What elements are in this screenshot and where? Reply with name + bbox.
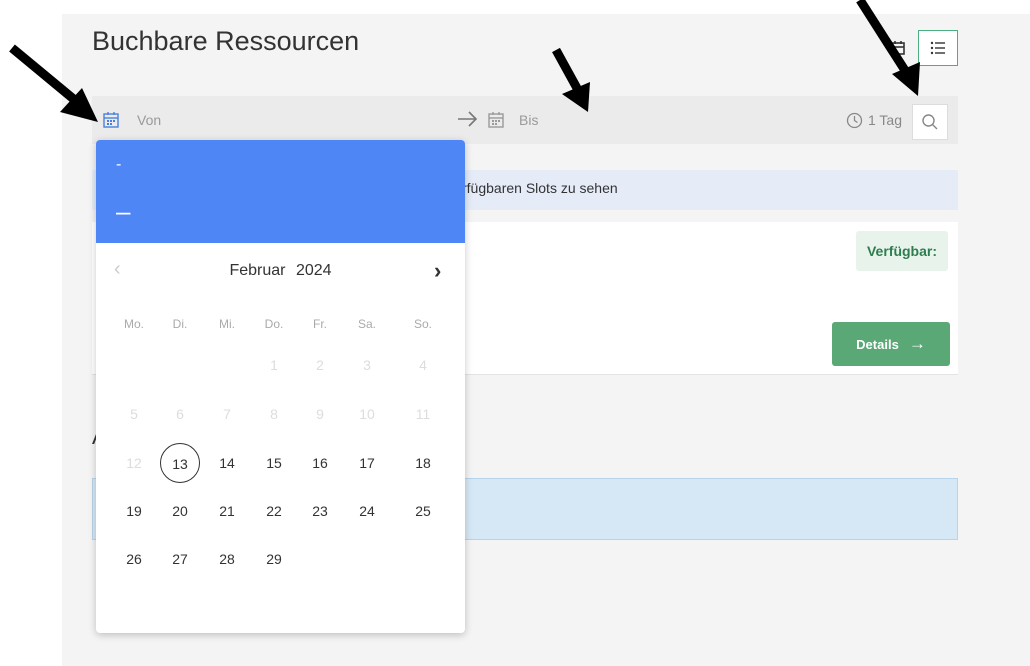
- calendar-day[interactable]: 28: [207, 539, 247, 579]
- calendar-day[interactable]: 16: [300, 443, 340, 483]
- calendar-day-today[interactable]: 13: [160, 443, 200, 483]
- month-year-label[interactable]: Februar 2024: [96, 262, 465, 280]
- month-label[interactable]: Februar: [229, 262, 285, 279]
- arrow-right-icon: →: [908, 334, 926, 353]
- calendar-day: 1: [270, 357, 278, 373]
- calendar-day: 6: [176, 406, 184, 422]
- weekday-label: Mi.: [219, 317, 235, 331]
- calendar-day[interactable]: 22: [254, 491, 294, 531]
- calendar-day: 4: [419, 357, 427, 373]
- calendar-day[interactable]: 15: [254, 443, 294, 483]
- annotation-arrow: [9, 44, 98, 122]
- annotation-arrows: [9, 0, 920, 122]
- selected-date-display: –: [116, 196, 131, 226]
- calendar-day[interactable]: 19: [114, 491, 154, 531]
- calendar-day: 7: [223, 406, 231, 422]
- weekday-label: Fr.: [313, 317, 327, 331]
- calendar-day: 5: [130, 406, 138, 422]
- annotation-arrow: [552, 47, 590, 112]
- weekday-label: Do.: [264, 317, 284, 331]
- details-button[interactable]: Details →: [832, 322, 950, 366]
- year-label[interactable]: 2024: [296, 262, 332, 279]
- next-month-button[interactable]: ›: [434, 258, 441, 284]
- calendar-day: 11: [415, 406, 431, 422]
- calendar-day[interactable]: 25: [403, 491, 443, 531]
- calendar-day[interactable]: 18: [403, 443, 443, 483]
- weekday-label: Sa.: [357, 317, 376, 331]
- calendar-day: 3: [363, 357, 371, 373]
- annotation-arrow: [856, 0, 920, 96]
- calendar-day: 2: [316, 357, 324, 373]
- calendar-day[interactable]: 27: [160, 539, 200, 579]
- calendar-day: 8: [270, 406, 278, 422]
- weekday-label: Di.: [172, 317, 188, 331]
- calendar-day: 12: [126, 455, 142, 471]
- calendar-day[interactable]: 21: [207, 491, 247, 531]
- calendar-day[interactable]: 14: [207, 443, 247, 483]
- calendar-day[interactable]: 24: [347, 491, 387, 531]
- calendar-day[interactable]: 29: [254, 539, 294, 579]
- calendar-day[interactable]: 20: [160, 491, 200, 531]
- calendar-day[interactable]: 26: [114, 539, 154, 579]
- calendar-day[interactable]: 23: [300, 491, 340, 531]
- details-label: Details: [856, 336, 899, 352]
- calendar-day[interactable]: 17: [347, 443, 387, 483]
- calendar-day: 10: [359, 406, 375, 422]
- availability-badge: Verfügbar:: [856, 231, 948, 271]
- calendar-day: 9: [316, 406, 324, 422]
- weekday-label: So.: [413, 317, 432, 331]
- date-picker-popup: - – ‹ Februar 2024 › Mo. Di. Mi. Do. Fr. Sa. S…: [96, 140, 465, 633]
- weekday-label: Mo.: [123, 317, 144, 331]
